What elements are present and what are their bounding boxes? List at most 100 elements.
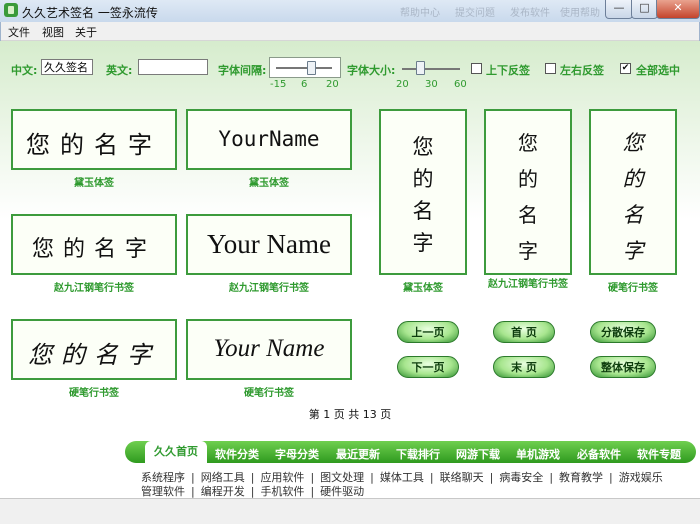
save-whole-button[interactable]: 整体保存 (590, 356, 656, 378)
flip-horizontal-label: 左右反签 (560, 64, 604, 77)
last-page-button[interactable]: 末 页 (493, 356, 555, 378)
signature-char: 字 (412, 231, 434, 255)
signature-char: 字 (622, 239, 644, 263)
size-slider-track (402, 68, 460, 70)
signature-char: 的 (622, 167, 644, 191)
size-tick: 60 (454, 79, 467, 90)
category-links-row: 管理软件 | 编程开发 | 手机软件 | 硬件驱动 (141, 483, 686, 499)
signature-preview: 您的名字 (31, 237, 156, 262)
app-icon (4, 3, 18, 17)
signature-card[interactable]: Your Name (186, 319, 352, 380)
category-link[interactable]: 手机软件 (260, 485, 304, 498)
nav-item[interactable]: 必备软件 (577, 446, 621, 462)
signature-char: 字 (518, 239, 538, 263)
size-tick: 30 (425, 79, 438, 90)
card-caption: 硬笔行书签 (244, 388, 294, 399)
faded-title-part: 提交问题 (455, 8, 495, 19)
spacing-tick: -15 (270, 79, 287, 90)
close-icon: ✕ (673, 1, 683, 14)
next-page-button[interactable]: 下一页 (397, 356, 459, 378)
english-name-input[interactable] (138, 59, 208, 75)
card-caption: 赵九江钢笔行书签 (229, 283, 309, 294)
nav-item[interactable]: 下载排行 (396, 446, 440, 462)
size-label: 字体大小: (347, 64, 396, 77)
signature-card[interactable]: Your Name (186, 214, 352, 275)
flip-horizontal-checkbox[interactable] (545, 63, 556, 74)
signature-char: 的 (412, 167, 434, 191)
window-title: 久久艺术签名 一签永流传 (22, 6, 158, 20)
signature-preview: 您的名字 (26, 131, 162, 159)
nav-item[interactable]: 软件专题 (637, 446, 681, 462)
english-label: 英文: (106, 64, 133, 77)
signature-char: 您 (622, 131, 644, 155)
prev-page-button[interactable]: 上一页 (397, 321, 459, 343)
nav-item[interactable]: 单机游戏 (516, 446, 560, 462)
minimize-icon: — (613, 1, 625, 14)
size-tick: 20 (396, 79, 409, 90)
spacing-tick: 6 (301, 79, 308, 90)
spacing-tick: 20 (326, 79, 339, 90)
nav-item[interactable]: 最近更新 (336, 446, 380, 462)
signature-char: 名 (518, 203, 538, 227)
flip-vertical-label: 上下反签 (486, 64, 530, 77)
nav-item[interactable]: 软件分类 (215, 446, 259, 462)
spacing-slider[interactable] (269, 57, 341, 78)
select-all-label: 全部选中 (636, 64, 680, 77)
page-indicator: 第 1 页 共 13 页 (308, 408, 392, 421)
maximize-icon: □ (639, 1, 650, 14)
nav-item[interactable]: 网游下载 (456, 446, 500, 462)
spacing-slider-thumb[interactable] (306, 61, 316, 75)
card-caption: 硬笔行书签 (69, 388, 119, 399)
link-separator: | (310, 485, 315, 498)
status-bar (0, 498, 700, 524)
signature-preview: Your Name (206, 229, 331, 259)
chinese-label: 中文: (11, 64, 38, 77)
category-link[interactable]: 编程开发 (201, 485, 245, 498)
signature-card[interactable]: 您的名字 (11, 109, 177, 170)
card-caption: 赵九江钢笔行书签 (54, 283, 134, 294)
title-bar: 久久艺术签名 一签永流传 帮助中心 提交问题 发布软件 使用帮助 — □ ✕ (0, 0, 700, 23)
signature-char: 名 (412, 199, 434, 223)
card-caption: 黛玉体签 (249, 178, 289, 189)
menu-about[interactable]: 关于 (75, 24, 97, 40)
category-link[interactable]: 管理软件 (141, 485, 185, 498)
close-button[interactable]: ✕ (656, 0, 700, 19)
signature-char: 的 (518, 167, 538, 191)
faded-title-part: 发布软件 (510, 8, 550, 19)
nav-home-tab[interactable]: 久久首页 (145, 441, 207, 463)
faded-title-part: 帮助中心 (400, 8, 440, 19)
first-page-button[interactable]: 首 页 (493, 321, 555, 343)
signature-preview: 您的名字 (28, 341, 160, 369)
vertical-signature-card[interactable]: 您 的 名 字 (484, 109, 572, 275)
card-caption: 赵九江钢笔行书签 (488, 279, 568, 290)
vertical-signature-card[interactable]: 您 的 名 字 (379, 109, 467, 275)
maximize-button[interactable]: □ (631, 0, 658, 19)
vertical-signature-card[interactable]: 您 的 名 字 (589, 109, 677, 275)
spacing-slider-track (276, 67, 332, 69)
menu-view[interactable]: 视图 (42, 24, 64, 40)
signature-char: 您 (518, 131, 538, 155)
spacing-label: 字体间隔: (218, 64, 267, 77)
category-link[interactable]: 硬件驱动 (320, 485, 364, 498)
select-all-checkbox[interactable]: ✔ (620, 63, 631, 74)
faded-title-part: 使用帮助 (560, 8, 600, 19)
menu-bar: 文件 视图 关于 (0, 22, 700, 41)
signature-preview: Your Name (213, 335, 325, 362)
signature-card[interactable]: YourName (186, 109, 352, 170)
signature-card[interactable]: 您的名字 (11, 319, 177, 380)
signature-card[interactable]: 您的名字 (11, 214, 177, 275)
menu-file[interactable]: 文件 (8, 24, 30, 40)
save-separate-button[interactable]: 分散保存 (590, 321, 656, 343)
link-separator: | (250, 485, 255, 498)
signature-char: 名 (622, 203, 644, 227)
size-slider-thumb[interactable] (416, 61, 425, 75)
flip-vertical-checkbox[interactable] (471, 63, 482, 74)
card-caption: 黛玉体签 (403, 283, 443, 294)
link-separator: | (191, 485, 195, 498)
minimize-button[interactable]: — (605, 0, 633, 19)
card-caption: 黛玉体签 (74, 178, 114, 189)
chinese-name-input[interactable] (41, 59, 93, 75)
card-caption: 硬笔行书签 (608, 283, 658, 294)
nav-item[interactable]: 字母分类 (275, 446, 319, 462)
signature-char: 您 (412, 135, 434, 159)
